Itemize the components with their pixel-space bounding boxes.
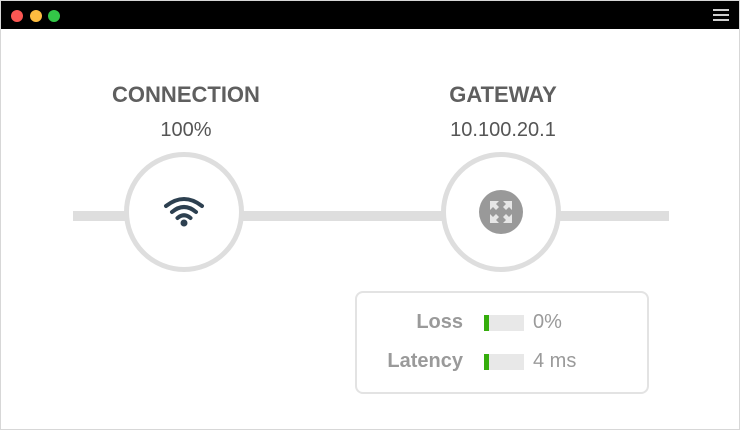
hamburger-menu-icon[interactable] bbox=[713, 9, 729, 21]
gateway-badge bbox=[479, 190, 523, 234]
title-bar bbox=[1, 1, 739, 29]
gateway-stats-panel: Loss 0% Latency 4 ms bbox=[355, 291, 649, 394]
connection-value: 100% bbox=[160, 119, 212, 141]
loss-label: Loss bbox=[416, 311, 463, 333]
app-window: CONNECTION 100% GATEWAY 10.100.20.1 Loss bbox=[0, 0, 740, 430]
connection-title: CONNECTION bbox=[112, 82, 260, 107]
collapse-arrows-icon bbox=[490, 201, 512, 223]
zoom-button[interactable] bbox=[48, 10, 60, 22]
close-button[interactable] bbox=[11, 10, 23, 22]
latency-bar bbox=[484, 354, 524, 370]
wifi-icon bbox=[164, 197, 204, 227]
loss-bar-fill bbox=[484, 315, 489, 331]
gateway-title: GATEWAY bbox=[449, 82, 557, 107]
minimize-button[interactable] bbox=[30, 10, 42, 22]
connection-node bbox=[124, 152, 244, 272]
latency-label: Latency bbox=[387, 350, 463, 372]
latency-bar-fill bbox=[484, 354, 489, 370]
latency-value: 4 ms bbox=[533, 350, 577, 372]
loss-bar bbox=[484, 315, 524, 331]
gateway-value: 10.100.20.1 bbox=[450, 119, 556, 141]
gateway-node bbox=[441, 152, 561, 272]
loss-value: 0% bbox=[533, 311, 562, 333]
